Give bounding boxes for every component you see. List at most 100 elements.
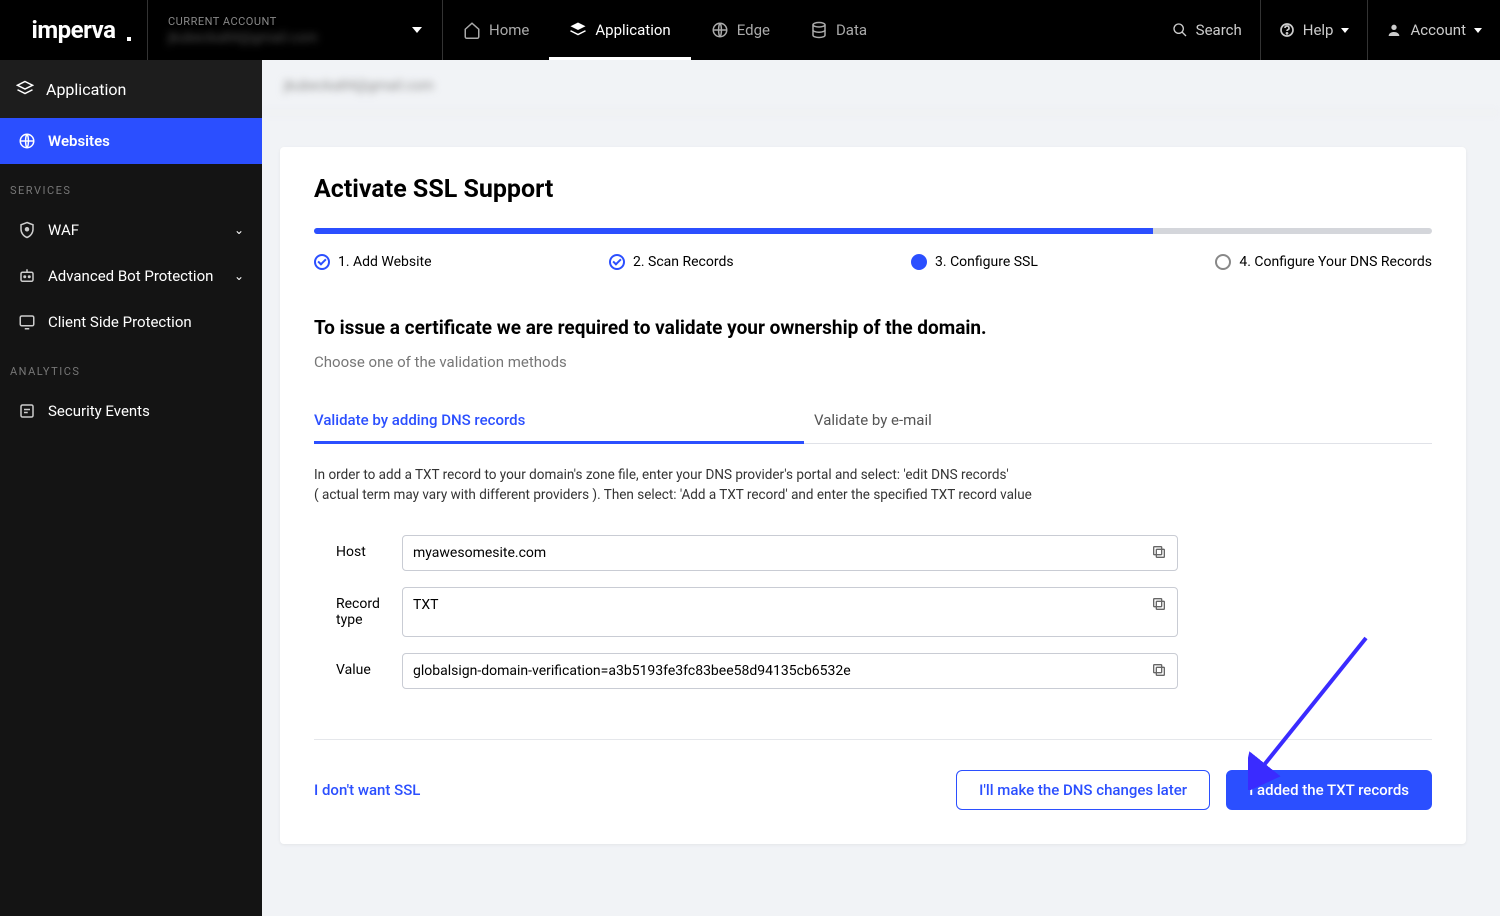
chevron-down-icon bbox=[412, 27, 422, 33]
search-button[interactable]: Search bbox=[1154, 0, 1260, 60]
nav-application[interactable]: Application bbox=[549, 0, 690, 60]
home-icon bbox=[463, 21, 481, 39]
topbar-right: Search Help Account bbox=[1154, 0, 1500, 60]
progress-bar bbox=[314, 228, 1432, 234]
chevron-down-icon bbox=[1341, 28, 1349, 33]
main-content: jkubecka84@gmail.com Activate SSL Suppor… bbox=[262, 60, 1500, 916]
instructions-line-1: In order to add a TXT record to your dom… bbox=[314, 467, 1009, 483]
page-title: Activate SSL Support bbox=[314, 175, 1432, 204]
sidebar-item-csp[interactable]: Client Side Protection bbox=[0, 299, 262, 345]
help-button[interactable]: Help bbox=[1260, 0, 1368, 60]
nav-data-label: Data bbox=[836, 21, 867, 39]
step-1: 1. Add Website bbox=[314, 254, 432, 270]
sidebar-item-events[interactable]: Security Events bbox=[0, 388, 262, 434]
sidebar-header: Application bbox=[0, 60, 262, 118]
events-icon bbox=[18, 402, 36, 420]
breadcrumb: jkubecka84@gmail.com bbox=[262, 60, 1500, 113]
account-button[interactable]: Account bbox=[1367, 0, 1500, 60]
bot-icon bbox=[18, 267, 36, 285]
step-2: 2. Scan Records bbox=[609, 254, 734, 270]
nav-edge-label: Edge bbox=[737, 21, 770, 39]
primary-nav: Home Application Edge Data bbox=[443, 0, 887, 60]
search-label: Search bbox=[1196, 21, 1242, 39]
progress-fill bbox=[314, 228, 1153, 234]
sidebar-section-analytics: ANALYTICS bbox=[0, 345, 262, 388]
lead-text: To issue a certificate we are required t… bbox=[314, 316, 1432, 339]
type-value-box[interactable]: TXT bbox=[402, 587, 1178, 637]
step-4: 4. Configure Your DNS Records bbox=[1215, 254, 1432, 270]
sidebar-item-label: Websites bbox=[48, 132, 110, 150]
step-label: 4. Configure Your DNS Records bbox=[1239, 254, 1432, 270]
nav-home-label: Home bbox=[489, 21, 529, 39]
chevron-down-icon: ⌄ bbox=[234, 223, 244, 237]
sidebar-header-label: Application bbox=[46, 80, 126, 99]
nav-edge[interactable]: Edge bbox=[691, 0, 790, 60]
field-row-value: Value globalsign-domain-verification=a3b… bbox=[314, 653, 1432, 689]
instructions-line-2: ( actual term may vary with different pr… bbox=[314, 487, 1032, 503]
value-value-box[interactable]: globalsign-domain-verification=a3b5193fe… bbox=[402, 653, 1178, 689]
layers-icon bbox=[569, 21, 587, 39]
card-footer: I don't want SSL I'll make the DNS chang… bbox=[314, 739, 1432, 810]
sub-text: Choose one of the validation methods bbox=[314, 353, 1432, 371]
value-value: globalsign-domain-verification=a3b5193fe… bbox=[413, 663, 851, 679]
pending-step-icon bbox=[1215, 254, 1231, 270]
chevron-down-icon: ⌄ bbox=[234, 269, 244, 283]
current-step-icon bbox=[911, 254, 927, 270]
copy-icon[interactable] bbox=[1151, 544, 1167, 560]
sidebar-item-abp[interactable]: Advanced Bot Protection ⌄ bbox=[0, 253, 262, 299]
sidebar-section-services: SERVICES bbox=[0, 164, 262, 207]
account-selector[interactable]: CURRENT ACCOUNT jkubecka84@gmail.com bbox=[148, 0, 443, 60]
nav-application-label: Application bbox=[595, 21, 670, 39]
step-label: 2. Scan Records bbox=[633, 254, 734, 270]
dns-later-button[interactable]: I'll make the DNS changes later bbox=[956, 770, 1210, 810]
type-label: Record type bbox=[336, 587, 402, 628]
nav-home[interactable]: Home bbox=[443, 0, 549, 60]
top-bar: imperva CURRENT ACCOUNT jkubecka84@gmail… bbox=[0, 0, 1500, 60]
ssl-card: Activate SSL Support 1. Add Website 2. S… bbox=[280, 147, 1466, 844]
instructions: In order to add a TXT record to your dom… bbox=[314, 466, 1432, 505]
shield-icon bbox=[18, 221, 36, 239]
monitor-shield-icon bbox=[18, 313, 36, 331]
step-label: 1. Add Website bbox=[338, 254, 432, 270]
globe-icon bbox=[18, 132, 36, 150]
layers-icon bbox=[16, 80, 34, 98]
database-icon bbox=[810, 21, 828, 39]
check-icon bbox=[609, 254, 625, 270]
copy-icon[interactable] bbox=[1151, 662, 1167, 678]
host-value-box[interactable]: myawesomesite.com bbox=[402, 535, 1178, 571]
globe-icon bbox=[711, 21, 729, 39]
copy-icon[interactable] bbox=[1151, 596, 1167, 612]
steps: 1. Add Website 2. Scan Records 3. Config… bbox=[314, 254, 1432, 270]
host-value: myawesomesite.com bbox=[413, 545, 546, 561]
chevron-down-icon bbox=[1474, 28, 1482, 33]
added-txt-button[interactable]: I added the TXT records bbox=[1226, 770, 1432, 810]
sidebar-item-label: Advanced Bot Protection bbox=[48, 267, 213, 285]
tab-dns[interactable]: Validate by adding DNS records bbox=[314, 399, 804, 444]
nav-data[interactable]: Data bbox=[790, 0, 887, 60]
help-icon bbox=[1279, 22, 1295, 38]
step-label: 3. Configure SSL bbox=[935, 254, 1038, 270]
sidebar: Application Websites SERVICES WAF ⌄ Adva… bbox=[0, 60, 262, 916]
sidebar-item-websites[interactable]: Websites bbox=[0, 118, 262, 164]
help-label: Help bbox=[1303, 21, 1334, 39]
account-label: Account bbox=[1410, 21, 1466, 39]
sidebar-item-label: Security Events bbox=[48, 402, 150, 420]
account-label: CURRENT ACCOUNT bbox=[168, 15, 422, 28]
value-label: Value bbox=[336, 653, 402, 678]
field-row-type: Record type TXT bbox=[314, 587, 1432, 637]
step-3: 3. Configure SSL bbox=[911, 254, 1038, 270]
sidebar-item-waf[interactable]: WAF ⌄ bbox=[0, 207, 262, 253]
tab-email[interactable]: Validate by e-mail bbox=[804, 399, 1294, 443]
type-value: TXT bbox=[413, 597, 438, 613]
user-icon bbox=[1386, 22, 1402, 38]
check-icon bbox=[314, 254, 330, 270]
sidebar-item-label: WAF bbox=[48, 221, 79, 239]
host-label: Host bbox=[336, 535, 402, 560]
account-value: jkubecka84@gmail.com bbox=[168, 30, 422, 46]
no-ssl-link[interactable]: I don't want SSL bbox=[314, 781, 420, 799]
validation-tabs: Validate by adding DNS records Validate … bbox=[314, 399, 1432, 444]
field-row-host: Host myawesomesite.com bbox=[314, 535, 1432, 571]
sidebar-item-label: Client Side Protection bbox=[48, 313, 192, 331]
brand-logo[interactable]: imperva bbox=[0, 0, 148, 60]
search-icon bbox=[1172, 22, 1188, 38]
